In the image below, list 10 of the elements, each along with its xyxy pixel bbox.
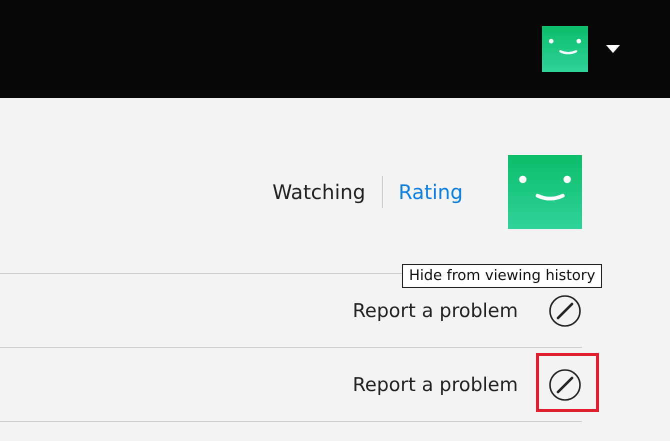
tab[interactable]: Rating	[382, 180, 479, 204]
report-link[interactable]: Report a problem	[352, 374, 518, 396]
hide-button[interactable]	[548, 294, 582, 328]
caret-icon[interactable]	[606, 45, 620, 53]
tooltip: Hide from viewing history	[402, 264, 602, 288]
hide-icon	[548, 368, 582, 402]
report-link[interactable]: Report a problem	[352, 300, 518, 322]
hide-button[interactable]	[548, 368, 582, 402]
tab[interactable]: Watching	[256, 180, 382, 204]
hide-icon	[548, 294, 582, 328]
